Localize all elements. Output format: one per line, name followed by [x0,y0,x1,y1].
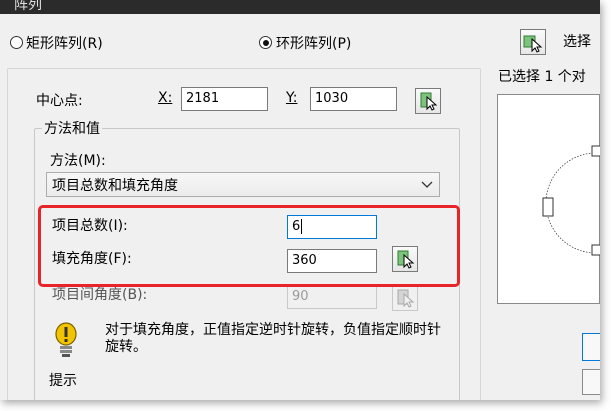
cursor-pick-icon [397,289,415,308]
method-dropdown[interactable]: 项目总数和填充角度 [46,172,440,197]
ok-button[interactable] [582,333,600,361]
method-selected-value: 项目总数和填充角度 [52,178,178,194]
center-x-label: X: [158,90,173,106]
title-bar: 阵列 [0,0,600,14]
pick-center-button[interactable] [415,88,441,114]
center-y-input[interactable]: 1030 [310,87,397,111]
radio-polar-array[interactable] [259,36,272,49]
highlight-box [38,205,460,287]
hint-label: 提示 [49,373,77,389]
method-label: 方法(M): [50,153,106,169]
angle-between-label: 项目间角度(B): [52,287,148,303]
radio-rect-array[interactable] [10,36,23,49]
center-y-label: Y: [286,90,298,106]
method-values-title: 方法和值 [42,118,102,138]
array-preview [497,94,600,304]
cursor-pick-icon [420,92,438,111]
polar-array-label[interactable]: 环形阵列(P) [276,33,351,53]
angle-between-input: 90 [287,285,377,309]
center-point-label: 中心点: [36,93,83,109]
window-title: 阵列 [14,0,42,13]
chevron-down-icon [421,181,433,188]
array-dialog: 阵列 矩形阵列(R) 环形阵列(P) 选择 已选择 1 个对 中心点: X: 2… [0,0,600,400]
cancel-button[interactable] [582,369,600,395]
select-objects-label[interactable]: 选择 [563,31,591,51]
preview-drawing [542,145,600,256]
rect-array-label[interactable]: 矩形阵列(R) [26,33,103,53]
hint-text: 对于填充角度，正值指定逆时针旋转，负值指定顺时针旋转。 [105,322,441,355]
center-x-input[interactable]: 2181 [181,87,268,111]
select-objects-button[interactable] [520,29,546,55]
selected-status: 已选择 1 个对 [498,69,586,85]
select-objects-icon [523,35,543,53]
lightbulb-icon [55,322,77,357]
pick-angle-between-button [392,285,418,311]
